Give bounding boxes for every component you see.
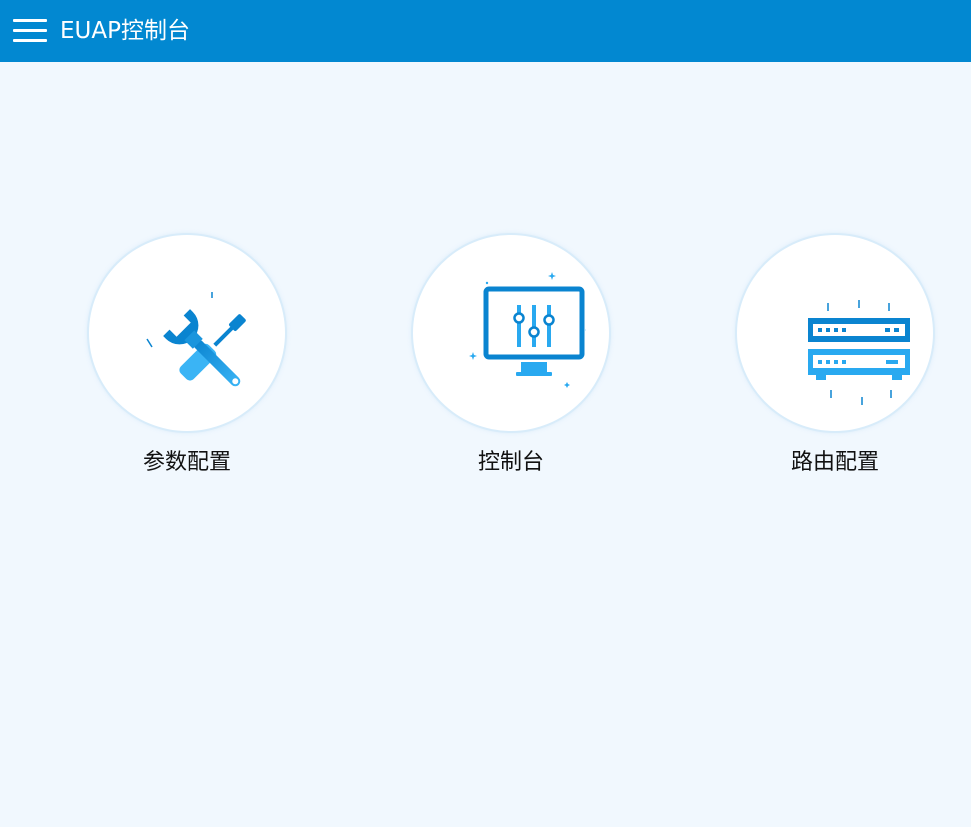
monitor-sliders-icon	[469, 272, 586, 388]
app-title: EUAP控制台	[60, 18, 190, 44]
tile-console[interactable]: 控制台	[413, 235, 609, 477]
tile-label: 控制台	[477, 450, 544, 475]
tools-icon	[146, 292, 246, 387]
tile-circle	[413, 235, 609, 431]
tile-parameter-config[interactable]: 参数配置	[89, 235, 285, 477]
tile-label: 参数配置	[142, 450, 231, 475]
tile-routing-config[interactable]: 路由配置	[737, 235, 933, 477]
top-bar: EUAP控制台	[0, 0, 971, 62]
tile-circle	[89, 235, 285, 431]
router-icon	[808, 300, 910, 405]
tile-circle	[737, 235, 933, 431]
tile-label: 路由配置	[790, 450, 879, 475]
hamburger-menu-icon[interactable]	[13, 17, 47, 45]
